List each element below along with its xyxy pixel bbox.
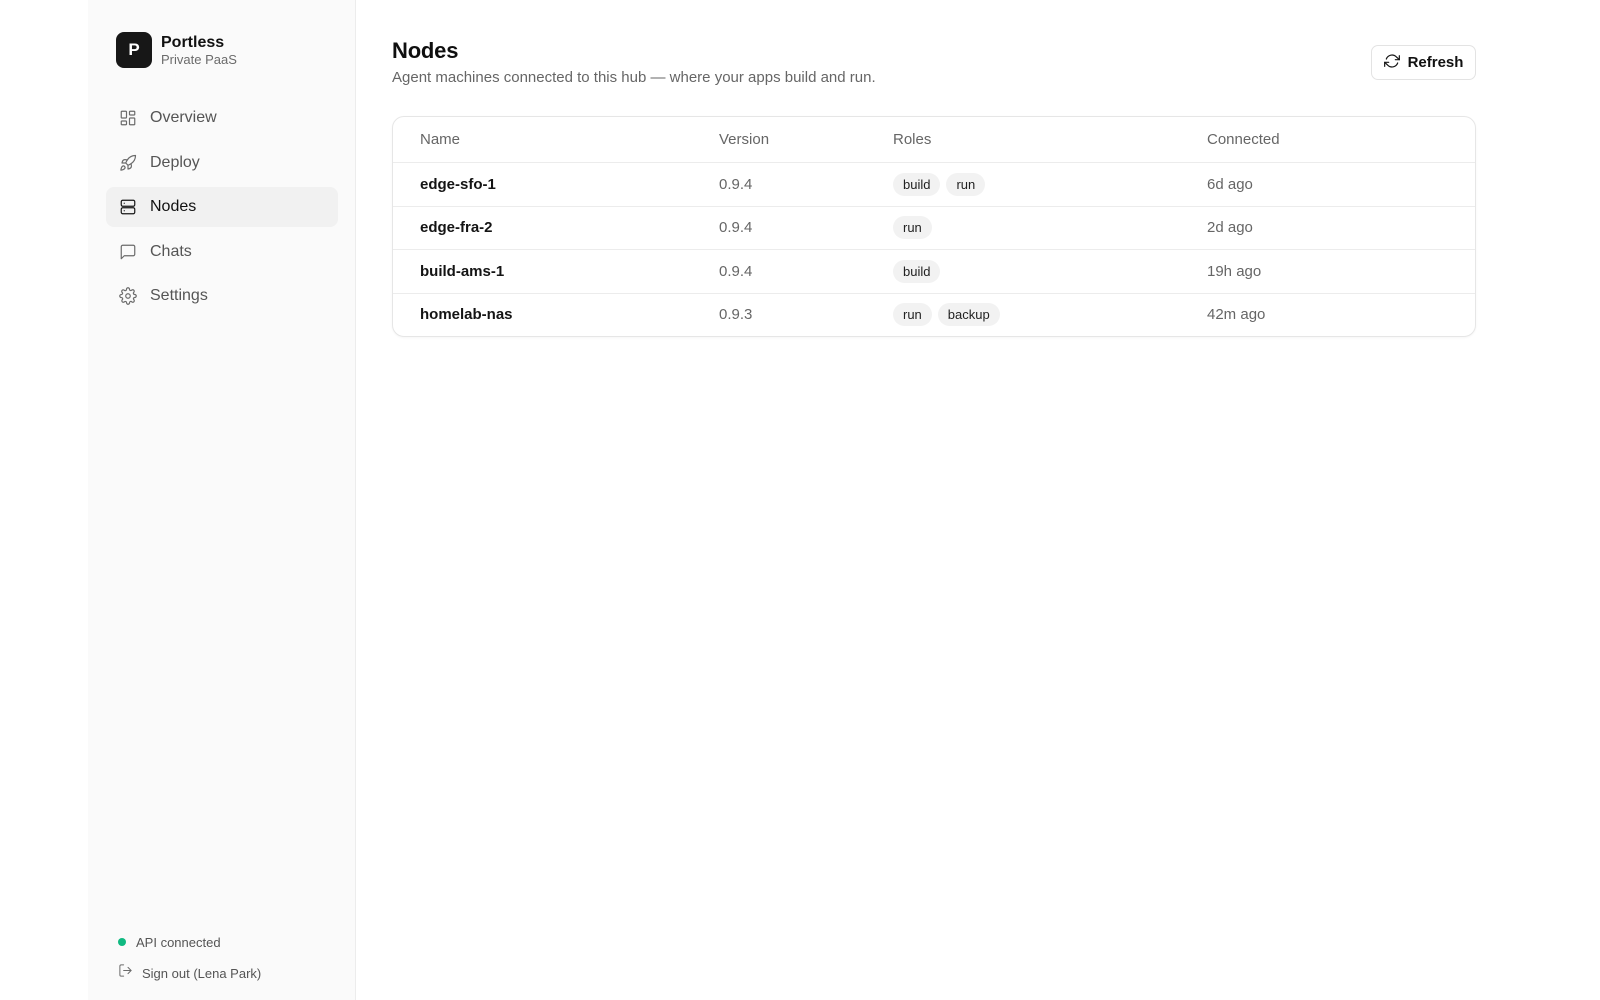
sidebar-item-label: Nodes <box>150 198 197 215</box>
node-connected: 19h ago <box>1207 262 1262 280</box>
rocket-icon <box>119 154 137 172</box>
sidebar-item-nodes[interactable]: Nodes <box>106 187 338 227</box>
node-roles: build run <box>893 163 991 206</box>
node-version: 0.9.4 <box>719 262 753 280</box>
api-status-text: API connected <box>136 934 221 950</box>
sidebar-item-label: Deploy <box>150 153 200 171</box>
role-badge: run <box>893 216 932 240</box>
column-header-roles[interactable]: Roles <box>893 117 931 162</box>
sidebar-item-chats[interactable]: Chats <box>106 232 338 272</box>
role-badge: run <box>946 172 986 196</box>
node-roles: build <box>893 250 946 293</box>
sidebar-item-deploy[interactable]: Deploy <box>106 143 338 183</box>
node-name: edge-sfo-1 <box>420 175 496 193</box>
sidebar-footer: API connected Sign out (Lena Park) <box>118 932 261 983</box>
page-title: Nodes <box>392 38 459 63</box>
sidebar-item-overview[interactable]: Overview <box>106 98 338 138</box>
nodes-table: Name Version Roles Connected edge-sfo-1 … <box>392 116 1476 337</box>
role-badge: run <box>893 303 932 327</box>
column-header-connected[interactable]: Connected <box>1207 117 1280 162</box>
message-square-icon <box>119 243 137 261</box>
brand-logo: P <box>116 32 152 68</box>
layout-grid-icon <box>119 109 137 127</box>
role-badge: build <box>893 259 941 283</box>
table-row[interactable]: build-ams-1 0.9.4 build 19h ago <box>393 249 1475 293</box>
node-name: homelab-nas <box>420 306 513 324</box>
api-status: API connected <box>118 932 261 952</box>
log-out-icon <box>118 963 133 983</box>
gear-icon <box>119 287 137 305</box>
node-connected: 6d ago <box>1207 175 1253 193</box>
sign-out-label: Sign out (Lena Park) <box>142 965 262 981</box>
sidebar-nav: Overview Deploy Nodes Chats Settings <box>106 98 338 321</box>
table-header: Name Version Roles Connected <box>393 117 1475 162</box>
table-row[interactable]: homelab-nas 0.9.3 run backup 42m ago <box>393 292 1475 337</box>
node-name: build-ams-1 <box>420 262 505 280</box>
refresh-label: Refresh <box>1407 54 1464 71</box>
app-window: P Portless Private PaaS Overview Deploy <box>0 0 1600 1000</box>
node-version: 0.9.4 <box>719 175 753 193</box>
refresh-icon <box>1383 53 1400 72</box>
brand-subtitle: Private PaaS <box>161 51 237 67</box>
node-roles: run backup <box>893 294 1006 337</box>
table-row[interactable]: edge-fra-2 0.9.4 run 2d ago <box>393 205 1475 250</box>
brand-text: Portless Private PaaS <box>161 33 237 68</box>
node-version: 0.9.3 <box>719 306 753 324</box>
status-dot-icon <box>118 938 126 946</box>
node-connected: 2d ago <box>1207 219 1253 237</box>
column-header-version[interactable]: Version <box>719 117 769 162</box>
refresh-button[interactable]: Refresh <box>1371 45 1476 80</box>
role-badge: backup <box>937 303 1000 327</box>
column-header-name[interactable]: Name <box>420 117 460 162</box>
node-connected: 42m ago <box>1207 306 1266 324</box>
node-roles: run <box>893 207 938 250</box>
role-badge: build <box>893 172 941 196</box>
sign-out-button[interactable]: Sign out (Lena Park) <box>118 963 261 983</box>
page-subtitle: Agent machines connected to this hub — w… <box>392 69 876 86</box>
sidebar-item-label: Chats <box>150 242 192 260</box>
sidebar-item-label: Overview <box>150 109 217 126</box>
sidebar: P Portless Private PaaS Overview Deploy <box>88 0 356 1000</box>
sidebar-item-settings[interactable]: Settings <box>106 276 338 316</box>
brand[interactable]: P Portless Private PaaS <box>116 32 237 68</box>
sidebar-item-label: Settings <box>150 287 208 304</box>
table-row[interactable]: edge-sfo-1 0.9.4 build run 6d ago <box>393 162 1475 206</box>
server-icon <box>119 198 137 216</box>
brand-name: Portless <box>161 33 225 51</box>
node-name: edge-fra-2 <box>420 219 493 237</box>
node-version: 0.9.4 <box>719 219 753 237</box>
